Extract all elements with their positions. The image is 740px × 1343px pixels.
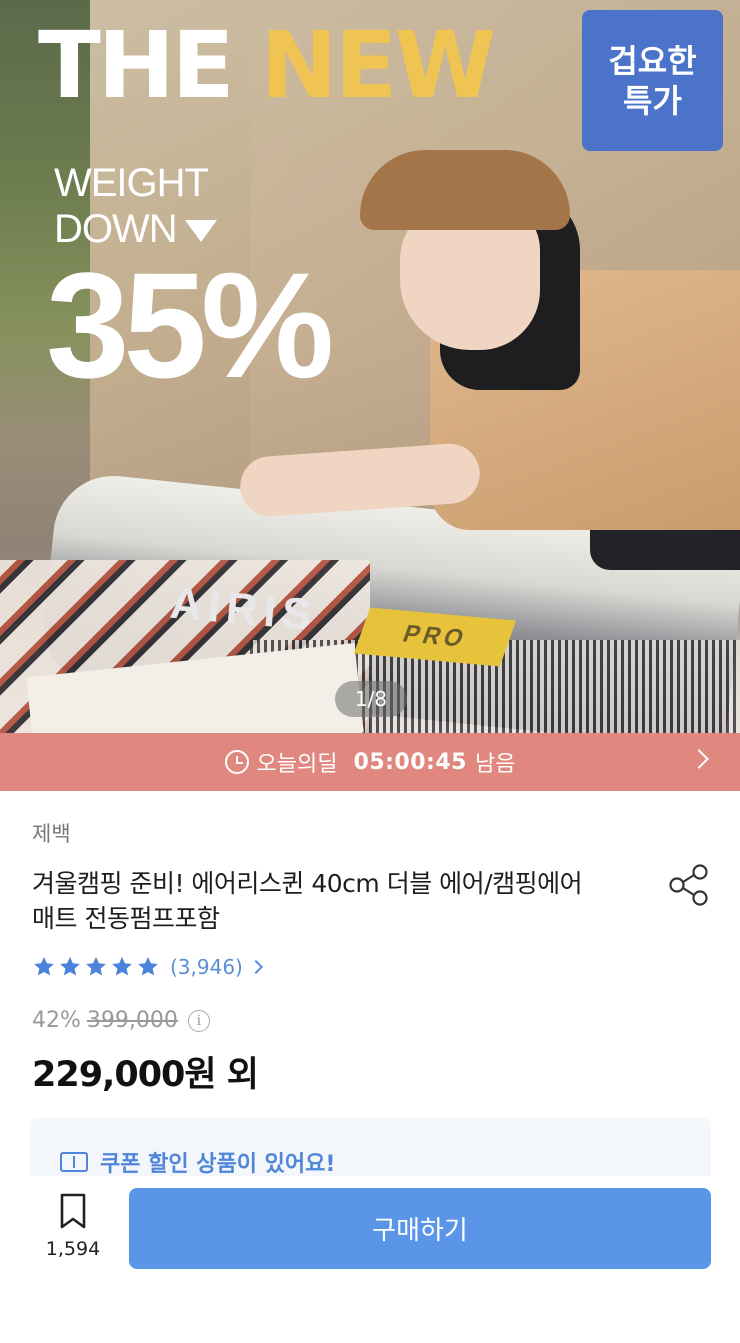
star-icon	[86, 957, 106, 976]
carousel-pager: 1/8	[335, 681, 407, 717]
clock-icon	[224, 750, 249, 774]
bookmark-button[interactable]: 1,594	[38, 1192, 108, 1260]
coupon-banner[interactable]: 쿠폰 할인 상품이 있어요!	[30, 1118, 711, 1176]
star-icon	[138, 957, 158, 976]
hero-title-yellow: NEW	[260, 12, 496, 119]
review-count: (3,946)	[170, 955, 243, 979]
badge-line-2: 특가	[623, 81, 682, 120]
weight-percent: 35%	[46, 241, 334, 409]
special-deal-badge: 겁요한 특가	[582, 10, 723, 151]
discount-row: 42% 399,000 i	[32, 1008, 210, 1033]
bookmark-count: 1,594	[45, 1238, 101, 1260]
sale-price: 229,000원 외	[32, 1055, 259, 1095]
chevron-right-icon	[248, 959, 263, 975]
share-icon[interactable]	[666, 862, 712, 908]
original-price: 399,000	[86, 1008, 178, 1033]
discount-rate: 42%	[32, 1008, 81, 1033]
star-icon	[60, 957, 80, 976]
badge-line-1: 겁요한	[608, 41, 697, 80]
info-icon[interactable]: i	[187, 1009, 210, 1032]
hero-title: THE NEW	[38, 20, 496, 112]
down-triangle-icon	[184, 220, 217, 243]
deal-timer: 05:00:45	[353, 749, 467, 775]
brand-name[interactable]: 제백	[32, 818, 71, 848]
rating-stars	[32, 955, 162, 979]
coupon-text: 쿠폰 할인 상품이 있어요!	[100, 1152, 336, 1176]
star-icon	[112, 957, 132, 976]
deal-suffix: 남음	[474, 752, 516, 777]
bookmark-icon	[60, 1193, 86, 1229]
rating-row[interactable]: (3,946)	[32, 955, 263, 979]
product-title: 겨울캠핑 준비! 에어리스퀸 40cm 더블 에어/캠핑에어매트 전동펌프포함	[32, 869, 583, 933]
bottom-action-bar: 1,594 구매하기	[0, 1176, 740, 1343]
weight-line-1: WEIGHT	[54, 161, 209, 205]
product-image-carousel[interactable]: THE NEW WEIGHT DOWN 35% 겁요한 특가 AIRIS PRO…	[0, 0, 740, 733]
chevron-right-icon	[689, 749, 709, 769]
today-deal-bar[interactable]: 오늘의딜 05:00:45 남음	[0, 733, 740, 791]
coupon-icon	[60, 1152, 88, 1172]
deal-label: 오늘의딜	[256, 752, 338, 777]
hero-title-white: THE	[38, 12, 261, 119]
buy-button[interactable]: 구매하기	[129, 1188, 711, 1269]
weight-down-label: WEIGHT DOWN	[54, 160, 217, 252]
star-icon	[34, 957, 54, 976]
person-cap	[360, 150, 570, 230]
